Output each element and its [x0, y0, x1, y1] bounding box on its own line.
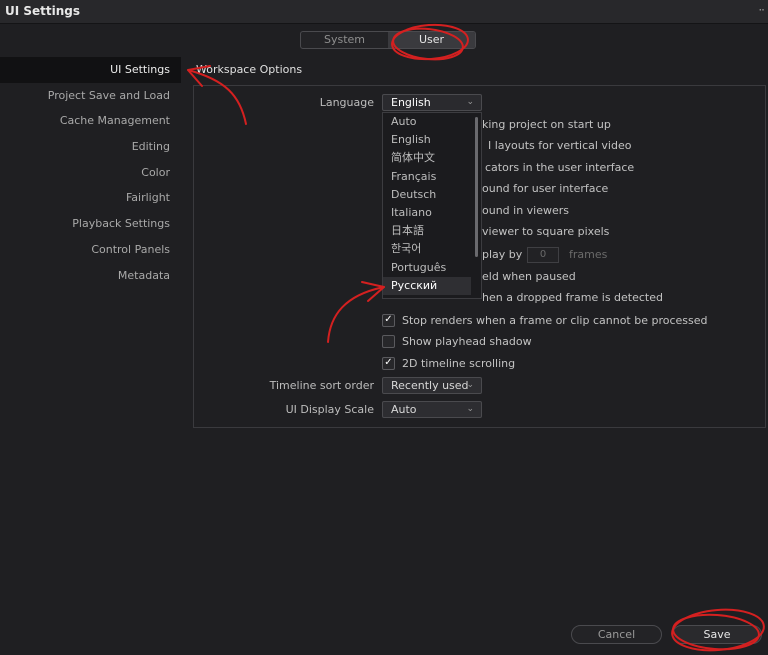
save-button[interactable]: Save	[672, 625, 762, 644]
checkmark-icon[interactable]: ✓	[382, 313, 395, 327]
chevron-down-icon: ⌄	[466, 404, 474, 414]
option-text-viewer-background: ound in viewers	[482, 204, 570, 217]
option-text-square-pixels: viewer to square pixels	[482, 225, 610, 238]
timeline-scrolling-label: 2D timeline scrolling	[402, 356, 516, 370]
language-option-english[interactable]: English	[383, 131, 481, 149]
playhead-shadow-label: Show playhead shadow	[402, 334, 532, 348]
language-option-italian[interactable]: Italiano	[383, 204, 481, 222]
playhead-shadow-row[interactable]: Show playhead shadow	[382, 333, 532, 349]
chevron-down-icon: ⌄	[466, 380, 474, 390]
title-bar: UI Settings ⋅⋅	[0, 0, 768, 24]
language-select[interactable]: English ⌄	[382, 94, 482, 111]
language-dropdown: Auto English 简体中文 Français Deutsch Itali…	[382, 112, 482, 299]
sidebar-item-ui-settings[interactable]: UI Settings	[0, 57, 181, 83]
checkmark-icon[interactable]: ✓	[382, 356, 395, 370]
language-option-french[interactable]: Français	[383, 168, 481, 186]
option-text-vertical-video: I layouts for vertical video	[488, 139, 632, 152]
language-option-german[interactable]: Deutsch	[383, 186, 481, 204]
language-option-russian[interactable]: Русский	[383, 276, 471, 295]
sidebar-item-color[interactable]: Color	[0, 160, 181, 186]
tab-user[interactable]: User	[388, 32, 475, 48]
language-option-auto[interactable]: Auto	[383, 113, 481, 131]
sidebar-item-editing[interactable]: Editing	[0, 134, 181, 160]
option-text-display-by: play by	[482, 248, 523, 261]
sort-order-label: Timeline sort order	[269, 379, 374, 392]
option-text-indicators: cators in the user interface	[485, 161, 635, 174]
language-value: English	[391, 96, 431, 109]
sidebar-item-fairlight[interactable]: Fairlight	[0, 185, 181, 211]
sidebar-item-project-save-and-load[interactable]: Project Save and Load	[0, 83, 181, 109]
language-option-korean[interactable]: 한국어	[383, 240, 481, 258]
tab-system[interactable]: System	[301, 32, 388, 48]
sidebar: UI Settings Project Save and Load Cache …	[0, 57, 181, 288]
display-scale-value: Auto	[391, 403, 417, 416]
stop-renders-row[interactable]: ✓ Stop renders when a frame or clip cann…	[382, 312, 708, 328]
sidebar-item-playback-settings[interactable]: Playback Settings	[0, 211, 181, 237]
frames-input[interactable]: 0	[527, 247, 559, 263]
frames-label: frames	[569, 248, 608, 261]
display-scale-select[interactable]: Auto ⌄	[382, 401, 482, 418]
option-text-ui-background: ound for user interface	[482, 182, 609, 195]
sidebar-item-control-panels[interactable]: Control Panels	[0, 237, 181, 263]
option-text-project-startup: king project on start up	[482, 118, 611, 131]
chevron-down-icon: ⌄	[466, 97, 474, 107]
sort-order-select[interactable]: Recently used ⌄	[382, 377, 482, 394]
option-text-field-paused: eld when paused	[482, 270, 576, 283]
window-title: UI Settings	[5, 4, 81, 18]
checkbox-unchecked[interactable]	[382, 334, 395, 348]
dropdown-scrollbar[interactable]	[475, 117, 478, 257]
section-title: Workspace Options	[196, 63, 303, 76]
option-text-dropped-frame: hen a dropped frame is detected	[482, 291, 663, 304]
language-label: Language	[319, 96, 374, 109]
language-option-chinese[interactable]: 简体中文	[383, 149, 481, 167]
settings-scope-tabs: System User	[300, 31, 476, 49]
sort-order-value: Recently used	[391, 379, 469, 392]
sidebar-item-cache-management[interactable]: Cache Management	[0, 108, 181, 134]
language-option-japanese[interactable]: 日本語	[383, 222, 481, 240]
language-option-portuguese[interactable]: Português	[383, 259, 481, 277]
stop-renders-label: Stop renders when a frame or clip cannot…	[402, 313, 708, 327]
display-scale-label: UI Display Scale	[285, 403, 374, 416]
timeline-scrolling-row[interactable]: ✓ 2D timeline scrolling	[382, 355, 515, 371]
more-dots-icon[interactable]: ⋅⋅	[758, 3, 765, 17]
cancel-button[interactable]: Cancel	[571, 625, 662, 644]
sidebar-item-metadata[interactable]: Metadata	[0, 263, 181, 289]
